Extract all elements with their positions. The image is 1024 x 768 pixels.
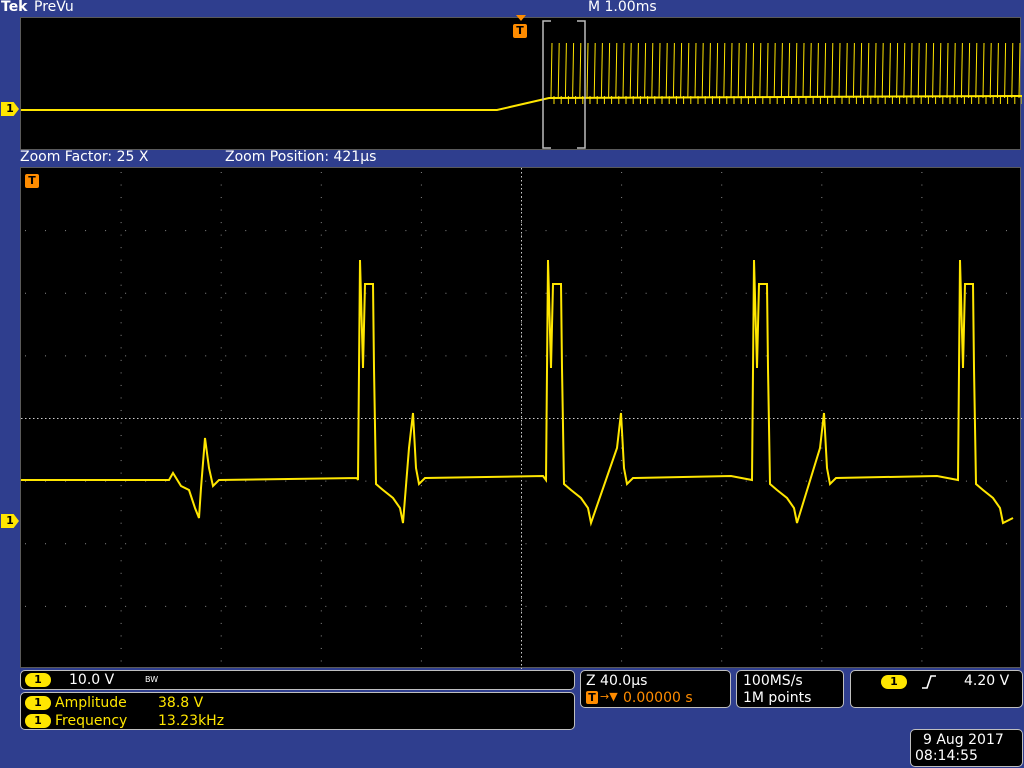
overview-pulse-train: [550, 42, 1022, 104]
trigger-delay-arrow-icon: →▼: [600, 690, 618, 703]
zoom-position-label: Zoom Position: 421µs: [225, 149, 377, 165]
zoom-scale-readout: Z 40.0µs: [586, 673, 648, 689]
channel1-scale-panel[interactable]: 1 10.0 V BW: [20, 670, 575, 690]
measurement-name: Amplitude: [55, 695, 127, 711]
date-readout: 9 Aug 2017: [923, 732, 1004, 748]
measurement-name: Frequency: [55, 713, 128, 729]
graticule: [21, 168, 1022, 669]
trigger-position-readout: 0.00000 s: [623, 690, 693, 706]
measurement-channel-badge: 1: [25, 714, 51, 728]
bandwidth-limit-icon: BW: [145, 675, 159, 684]
sample-rate-readout: 100MS/s: [743, 673, 803, 689]
zoom-trigger-marker[interactable]: T: [25, 174, 39, 188]
trigger-source-badge: 1: [881, 675, 907, 689]
record-length-readout: 1M points: [743, 690, 812, 706]
trigger-position-icon: T: [586, 691, 598, 704]
datetime-panel: 9 Aug 2017 08:14:55: [910, 729, 1023, 767]
zoom-factor-label: Zoom Factor: 25 X: [20, 149, 149, 165]
timebase-panel[interactable]: Z 40.0µs T →▼ 0.00000 s: [580, 670, 731, 708]
zoom-waveform-window[interactable]: [20, 167, 1022, 669]
measurement-value: 38.8 V: [158, 695, 204, 711]
zoom-waveform-plot: [21, 168, 1022, 669]
horizontal-scale-readout: M 1.00ms: [588, 0, 657, 15]
zoom-channel1-marker[interactable]: 1: [1, 514, 19, 528]
measurement-row: 1: [25, 713, 51, 729]
channel1-trace: [21, 259, 1014, 527]
acquisition-mode-label: PreVu: [34, 0, 74, 15]
measurement-channel-badge: 1: [25, 696, 51, 710]
zoom-region-bracket: [542, 20, 586, 149]
overview-channel1-marker[interactable]: 1: [1, 102, 19, 116]
trigger-level-readout: 4.20 V: [964, 673, 1010, 689]
overview-trigger-marker[interactable]: T: [513, 24, 527, 38]
measurement-row: 1: [25, 695, 51, 711]
measurement-value: 13.23kHz: [158, 713, 225, 729]
rising-edge-icon: [922, 675, 936, 689]
measurements-panel[interactable]: 1 Amplitude 38.8 V 1 Frequency 13.23kHz: [20, 692, 575, 730]
trigger-position-arrow-icon: [516, 15, 526, 21]
time-readout: 08:14:55: [915, 748, 978, 764]
acquisition-panel[interactable]: 100MS/s 1M points: [736, 670, 844, 708]
brand-logo: Tek: [1, 0, 28, 15]
channel1-badge: 1: [25, 673, 51, 687]
channel1-scale-value: 10.0 V: [69, 672, 115, 688]
trigger-settings-panel[interactable]: 1 4.20 V: [850, 670, 1023, 708]
overview-trace-baseline: [21, 95, 1022, 111]
